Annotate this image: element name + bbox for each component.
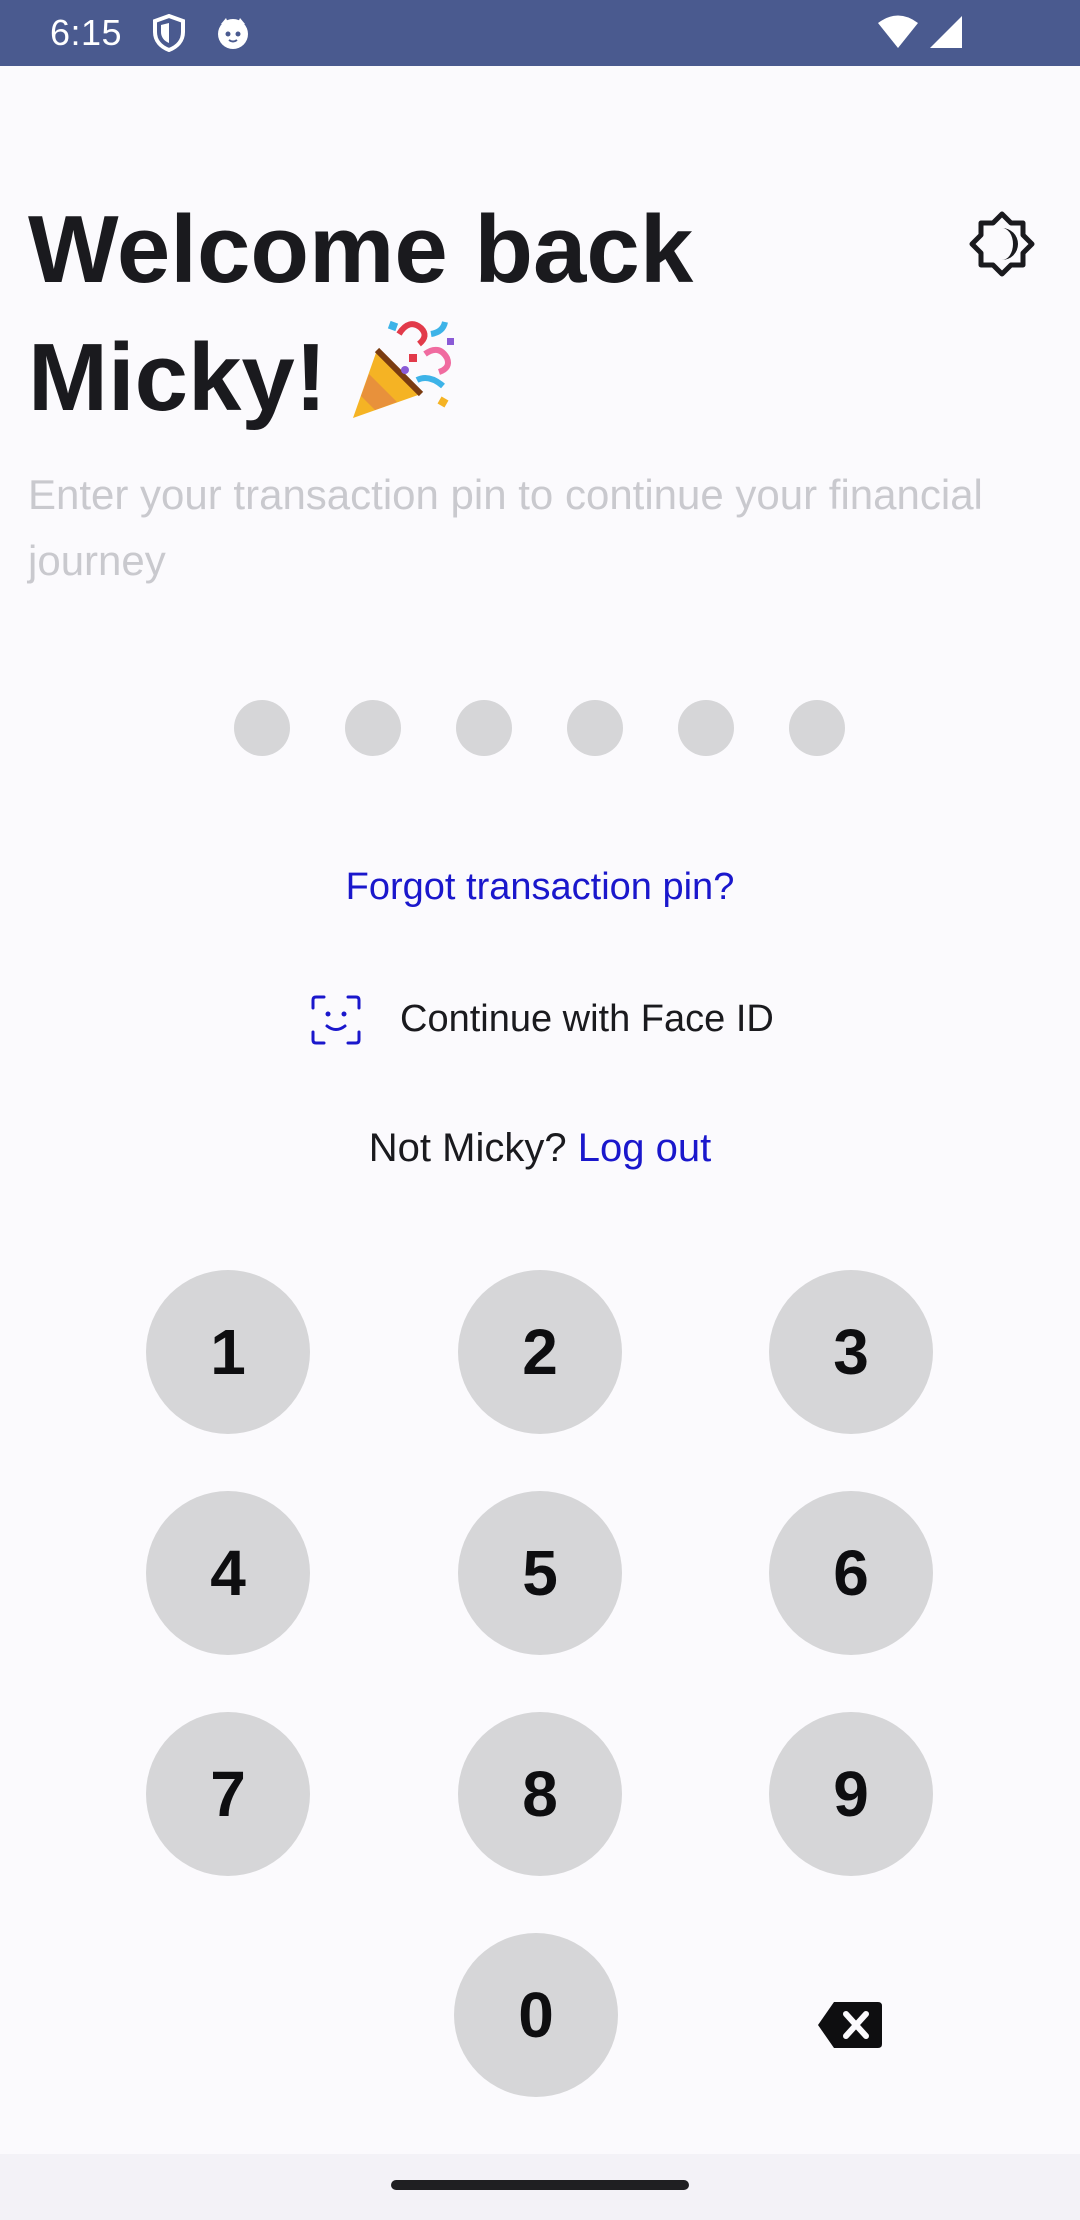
backspace-icon bbox=[818, 2002, 882, 2048]
keypad-key-4[interactable]: 4 bbox=[146, 1491, 310, 1655]
face-id-label: Continue with Face ID bbox=[400, 998, 774, 1040]
pin-dot bbox=[567, 700, 623, 756]
keypad-key-7[interactable]: 7 bbox=[146, 1712, 310, 1876]
keypad-key-1[interactable]: 1 bbox=[146, 1270, 310, 1434]
pin-indicator bbox=[234, 700, 846, 756]
cat-icon bbox=[214, 14, 252, 57]
pin-dot bbox=[678, 700, 734, 756]
keypad-key-3[interactable]: 3 bbox=[769, 1270, 933, 1434]
party-popper-icon bbox=[347, 314, 457, 456]
backspace-button[interactable] bbox=[816, 2000, 884, 2050]
status-bar: 6:15 bbox=[0, 0, 1080, 66]
home-indicator[interactable] bbox=[391, 2180, 689, 2190]
wifi-icon bbox=[876, 14, 920, 55]
switch-account-row: Not Micky? Log out bbox=[0, 1126, 1080, 1171]
logout-link[interactable]: Log out bbox=[578, 1126, 711, 1170]
keypad-key-8[interactable]: 8 bbox=[458, 1712, 622, 1876]
keypad-key-0[interactable]: 0 bbox=[454, 1933, 618, 2097]
pin-entry-screen: 6:15 Welcome back Micky! Enter your tran… bbox=[0, 0, 1080, 2220]
keypad-key-9[interactable]: 9 bbox=[769, 1712, 933, 1876]
not-user-text: Not Micky? bbox=[368, 1126, 567, 1170]
title-line-1: Welcome back bbox=[28, 196, 694, 303]
title-line-2: Micky! bbox=[28, 314, 928, 456]
keypad-key-5[interactable]: 5 bbox=[458, 1491, 622, 1655]
status-time: 6:15 bbox=[50, 12, 123, 53]
pin-dot bbox=[789, 700, 845, 756]
brightness-icon bbox=[969, 211, 1035, 277]
pin-dot bbox=[234, 700, 290, 756]
keypad-key-2[interactable]: 2 bbox=[458, 1270, 622, 1434]
keypad-key-6[interactable]: 6 bbox=[769, 1491, 933, 1655]
shield-icon bbox=[152, 13, 186, 57]
pin-dot bbox=[345, 700, 401, 756]
pin-dot bbox=[456, 700, 512, 756]
title-name: Micky! bbox=[28, 324, 327, 431]
face-scan-icon bbox=[311, 995, 361, 1045]
theme-toggle-button[interactable] bbox=[968, 210, 1036, 278]
page-subtitle: Enter your transaction pin to continue y… bbox=[28, 471, 983, 584]
cell-signal-icon bbox=[928, 14, 964, 55]
page-title: Welcome back Micky! bbox=[28, 186, 928, 456]
forgot-pin-link[interactable]: Forgot transaction pin? bbox=[0, 866, 1080, 909]
